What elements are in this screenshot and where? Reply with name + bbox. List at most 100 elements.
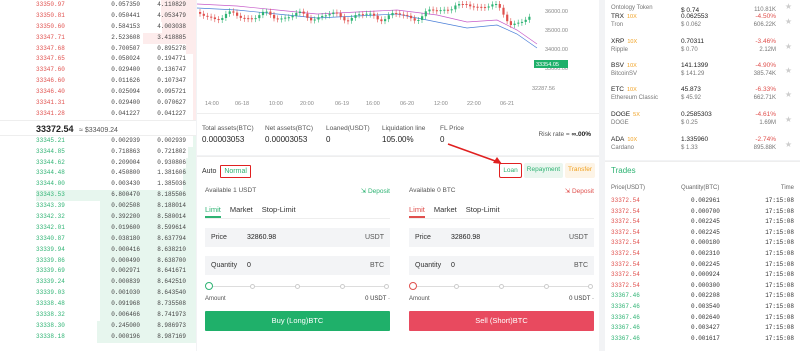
ticker-item[interactable]: XRP 10X 0.70311 -3.46% Ripple $ 0.70 2.12M ★ — [611, 38, 792, 53]
ask-row[interactable]: 33347.71 2.523608 3.418885 — [0, 32, 196, 44]
bid-row[interactable]: 33344.48 0.450800 1.381606 — [0, 168, 196, 180]
ticker-item[interactable]: ETC 10X 45.873 -6.33% Ethereum Classic $ 45.9… — [611, 86, 792, 101]
transfer-button[interactable]: Transfer — [565, 163, 595, 178]
candlestick-chart[interactable]: 36000.0035000.0034000.0033000.0014:00 06-… — [197, 0, 599, 113]
bid-row[interactable]: 33342.32 0.392200 8.580014 — [0, 212, 196, 223]
bid-row[interactable]: 33340.87 0.038180 8.637794 — [0, 233, 196, 245]
bid-row[interactable]: 33338.32 0.006466 8.741973 — [0, 310, 196, 321]
trade-quantity: 0.000300 — [691, 281, 720, 289]
slider-stop[interactable] — [250, 284, 255, 289]
bid-row[interactable]: 33338.30 0.245000 8.986973 — [0, 320, 196, 332]
sell-amount-slider[interactable] — [409, 281, 594, 293]
bid-price: 33338.18 — [36, 332, 65, 340]
depth-bar — [193, 98, 196, 109]
ask-amount: 0.029400 — [111, 99, 140, 107]
bid-total: 0.002939 — [157, 136, 186, 144]
sell-deposit-link[interactable]: ⇲ Deposit — [565, 187, 594, 195]
favorite-star-icon[interactable]: ★ — [785, 42, 792, 51]
slider-stop[interactable] — [499, 284, 504, 289]
buy-price-value[interactable]: 32860.98 — [247, 228, 276, 247]
bid-row[interactable]: 33342.01 0.019600 8.599614 — [0, 222, 196, 234]
sell-price-input[interactable]: Price 32860.98 USDT — [409, 228, 594, 247]
sell-short-button[interactable]: Sell (Short)BTC — [409, 311, 594, 331]
slider-stop[interactable] — [384, 284, 389, 289]
ask-row[interactable]: 33347.60 0.029400 0.136747 — [0, 65, 196, 77]
favorite-star-icon[interactable]: ★ — [785, 90, 792, 99]
ask-row[interactable]: 33346.40 0.025094 0.095721 — [0, 87, 196, 99]
favorite-star-icon[interactable]: ★ — [785, 17, 792, 26]
bid-row[interactable]: 33339.86 0.000490 8.638700 — [0, 255, 196, 267]
buy-tab-market[interactable]: Market — [230, 205, 253, 218]
candle-body — [232, 11, 235, 13]
favorite-star-icon[interactable]: ★ — [785, 115, 792, 124]
favorite-star-icon[interactable]: ★ — [785, 140, 792, 149]
ticker-price: 45.873 — [681, 86, 701, 93]
liquidation-line: Liquidation line 105.00% — [382, 125, 425, 144]
buy-tab-stop-limit[interactable]: Stop-Limit — [262, 205, 296, 218]
bid-row[interactable]: 33339.94 0.000416 8.638210 — [0, 244, 196, 256]
slider-knob[interactable] — [205, 282, 213, 290]
buy-deposit-link[interactable]: ⇲ Deposit — [361, 187, 390, 195]
slider-stop[interactable] — [295, 284, 300, 289]
slider-stop[interactable] — [340, 284, 345, 289]
slider-stop[interactable] — [588, 284, 593, 289]
bid-row[interactable]: 33344.85 0.718863 0.721802 — [0, 146, 196, 158]
bid-row[interactable]: 33339.69 0.002971 8.641671 — [0, 266, 196, 278]
buy-quantity-input[interactable]: Quantity 0 BTC — [205, 256, 390, 275]
ticker-change: -3.46% — [755, 38, 776, 45]
order-book: 33350.97 0.057350 4.110829 33350.81 0.050441… — [0, 0, 196, 351]
sell-quantity-input[interactable]: Quantity 0 BTC — [409, 256, 594, 275]
ticker-item[interactable]: TRX 10X 0.062553 -4.50% Tron $ 0.062 606.22K ★ — [611, 13, 792, 28]
risk-rate: Risk rate = ∞.00% — [538, 131, 591, 138]
ticker-item[interactable]: DOGE 5X 0.2585303 -4.61% DOGE $ 0.25 1.69M ★ — [611, 111, 792, 126]
sell-tab-market[interactable]: Market — [434, 205, 457, 218]
ticker-price: 0.2585303 — [681, 111, 712, 118]
bid-total: 8.987169 — [157, 332, 186, 340]
slider-stop[interactable] — [454, 284, 459, 289]
ticker-item[interactable]: ADA 10X 1.335960 -2.74% Cardano $ 1.33 895.88K… — [611, 136, 792, 151]
ask-row[interactable]: 33347.68 0.700507 0.895278 — [0, 43, 196, 55]
sell-price-value[interactable]: 32860.98 — [451, 228, 480, 247]
ask-row[interactable]: 33350.60 0.584153 4.003038 — [0, 21, 196, 33]
sell-quantity-value[interactable]: 0 — [451, 256, 455, 275]
ask-row[interactable]: 33346.60 0.011626 0.107347 — [0, 76, 196, 88]
ticker-usd-price: $ 0.062 — [681, 22, 702, 28]
buy-price-input[interactable]: Price 32860.98 USDT — [205, 228, 390, 247]
favorite-star-icon[interactable]: ★ — [785, 2, 792, 11]
buy-tab-limit[interactable]: Limit — [205, 205, 221, 218]
repayment-button[interactable]: Repayment — [523, 163, 564, 178]
ask-row[interactable]: 33341.31 0.029400 0.070627 — [0, 98, 196, 109]
sell-tab-stop-limit[interactable]: Stop-Limit — [466, 205, 500, 218]
price-chart[interactable]: 36000.00 35000.00 34000.00 33000.00 14:00 06-… — [197, 0, 599, 113]
bid-row[interactable]: 33339.03 0.001030 8.643540 — [0, 288, 196, 300]
slider-knob[interactable] — [409, 282, 417, 290]
ask-row[interactable]: 33350.97 0.057350 4.110829 — [0, 0, 196, 11]
bid-row[interactable]: 33339.24 0.000839 8.642510 — [0, 277, 196, 289]
ticker-usd-price: $ 0.25 — [681, 120, 698, 126]
ticker-item[interactable]: $ 0.74 Ontology Token 110.81K ★ — [611, 0, 792, 14]
bid-row[interactable]: 33345.21 0.002939 0.002939 — [0, 135, 196, 147]
ask-row[interactable]: 33347.65 0.058024 0.194771 — [0, 54, 196, 66]
sell-amount: Amount 0 USDT · — [409, 296, 594, 308]
mode-auto[interactable]: Auto — [202, 168, 216, 175]
buy-long-button[interactable]: Buy (Long)BTC — [205, 311, 390, 331]
sell-tab-limit[interactable]: Limit — [409, 205, 425, 218]
buy-amount-slider[interactable] — [205, 281, 390, 293]
ask-row[interactable]: 33350.81 0.050441 4.053479 — [0, 10, 196, 22]
bid-row[interactable]: 33344.62 0.209004 0.930806 — [0, 157, 196, 169]
loaned-label: Loaned(USDT) — [326, 125, 370, 132]
bid-row[interactable]: 33338.48 0.091968 8.735508 — [0, 299, 196, 311]
slider-stop[interactable] — [544, 284, 549, 289]
ask-row[interactable]: 33341.28 0.041227 0.041227 — [0, 108, 196, 120]
bid-row[interactable]: 33343.53 6.800470 8.185506 — [0, 190, 196, 202]
mode-normal[interactable]: Normal — [220, 165, 251, 178]
bid-row[interactable]: 33338.18 0.000196 8.987169 — [0, 331, 196, 343]
favorite-star-icon[interactable]: ★ — [785, 66, 792, 75]
trades-title: Trades — [611, 166, 636, 175]
bid-row[interactable]: 33344.00 0.003430 1.385036 — [0, 179, 196, 191]
bid-row[interactable]: 33343.39 0.002508 8.188014 — [0, 201, 196, 213]
buy-quantity-value[interactable]: 0 — [247, 256, 251, 275]
ticker-item[interactable]: BSV 10X 141.1399 -4.90% BitcoinSV $ 141.29 385… — [611, 62, 792, 77]
ticker-change: -2.74% — [755, 136, 776, 143]
deposit-icon: ⇲ — [360, 188, 367, 195]
